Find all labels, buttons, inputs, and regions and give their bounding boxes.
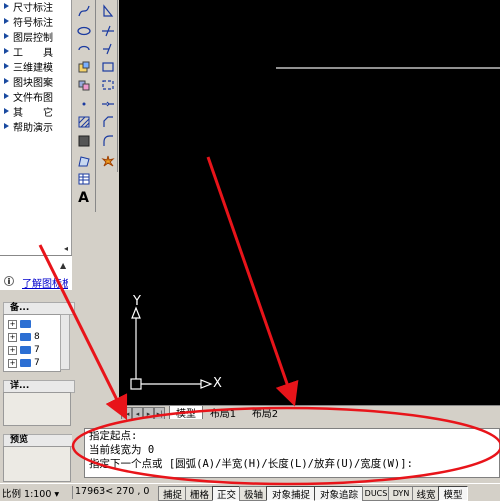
- rectangle-tool-icon[interactable]: [99, 58, 116, 75]
- drawing-area[interactable]: Y X: [119, 0, 500, 405]
- menu-item-other[interactable]: 其 它: [4, 104, 53, 119]
- make-block-tool-icon[interactable]: [75, 76, 92, 93]
- tree-row[interactable]: +8: [8, 331, 40, 343]
- ucs-y-label: Y: [133, 294, 141, 309]
- modify-toolbar: [96, 0, 118, 172]
- tree-row[interactable]: +: [8, 318, 34, 330]
- dyn-toggle[interactable]: DYN: [388, 486, 414, 501]
- detail-box: [3, 392, 71, 426]
- menu-item-layer[interactable]: 图层控制: [4, 29, 53, 44]
- command-history[interactable]: 指定起点: 当前线宽为 0 指定下一个点或 [圆弧(A)/半宽(H)/长度(L)…: [84, 428, 500, 478]
- chamfer-tool-icon[interactable]: [99, 113, 116, 130]
- menu-item-file-layout[interactable]: 文件布图: [4, 89, 53, 104]
- folder-icon: [20, 320, 31, 328]
- tab-layout1[interactable]: 布局1: [203, 406, 243, 420]
- command-prompt: 指定下一个点或 [圆弧(A)/半宽(H)/长度(L)/放弃(U)/宽度(W)]:: [89, 458, 413, 470]
- preview-panel: 预览: [0, 432, 75, 482]
- preview-box: [3, 446, 71, 482]
- detail-panel: 详...: [0, 378, 75, 426]
- break-tool-icon[interactable]: [99, 76, 116, 93]
- tree-row[interactable]: +7: [8, 357, 40, 369]
- expand-icon[interactable]: +: [8, 358, 17, 368]
- draw-toolbar: A: [72, 0, 96, 212]
- gradient-tool-icon[interactable]: [75, 132, 92, 149]
- tree-view: + +8 +7 +7: [3, 314, 61, 372]
- ortho-toggle[interactable]: 正交: [212, 486, 241, 501]
- menu-item-3d[interactable]: 三维建模: [4, 59, 53, 74]
- info-icon: i: [4, 276, 14, 286]
- expand-icon[interactable]: +: [8, 319, 17, 329]
- expand-icon[interactable]: +: [8, 332, 17, 342]
- menu-item-tools[interactable]: 工 具: [4, 44, 53, 59]
- tree-scrollbar[interactable]: [60, 314, 70, 370]
- multiline-text-icon[interactable]: A: [75, 189, 92, 206]
- fillet-tool-icon[interactable]: [99, 132, 116, 149]
- triangle-icon: [4, 48, 9, 54]
- lineweight-toggle[interactable]: 线宽: [412, 486, 440, 501]
- resource-panel: 备... + +8 +7 +7: [0, 300, 75, 372]
- ellipse-arc-tool-icon[interactable]: [75, 40, 92, 57]
- join-tool-icon[interactable]: [99, 95, 116, 112]
- info-panel: i 了解图标板 ▲: [0, 255, 72, 290]
- table-tool-icon[interactable]: [75, 170, 92, 187]
- command-line-1: 指定起点:: [89, 430, 138, 442]
- triangle-icon: [4, 33, 9, 39]
- stretch-tool-icon[interactable]: [99, 2, 116, 19]
- triangle-icon: [4, 123, 9, 129]
- osnap-toggle[interactable]: 对象捕捉: [266, 486, 316, 501]
- folder-icon: [20, 333, 31, 341]
- grid-toggle[interactable]: 栅格: [185, 486, 214, 501]
- menu-item-symbol[interactable]: 符号标注: [4, 14, 53, 29]
- drawing-svg: [130, 67, 500, 390]
- menu-item-dimension[interactable]: 尺寸标注: [4, 0, 53, 14]
- hatch-tool-icon[interactable]: [75, 113, 92, 130]
- folder-icon: [20, 359, 31, 367]
- menu-item-block[interactable]: 图块图案: [4, 74, 53, 89]
- insert-block-tool-icon[interactable]: [75, 58, 92, 75]
- triangle-icon: [4, 108, 9, 114]
- command-line-2: 当前线宽为 0: [89, 444, 155, 456]
- triangle-icon: [4, 93, 9, 99]
- triangle-icon: [4, 78, 9, 84]
- collapse-icon[interactable]: ◂: [64, 244, 71, 254]
- tree-row[interactable]: +7: [8, 344, 40, 356]
- layout-tabs: |◂ ◂ ▸ ▸| 模型 布局1 布局2: [119, 405, 500, 420]
- folder-icon: [20, 346, 31, 354]
- left-menu: 尺寸标注 符号标注 图层控制 工 具 三维建模 图块图案 文件布图 其 它 帮助…: [0, 0, 72, 255]
- otrack-toggle[interactable]: 对象追踪: [314, 486, 364, 501]
- region-tool-icon[interactable]: [75, 152, 92, 169]
- ucs-icon: [130, 306, 213, 390]
- ucs-x-label: X: [213, 376, 222, 391]
- expand-icon[interactable]: +: [8, 345, 17, 355]
- triangle-icon: [4, 18, 9, 24]
- model-toggle[interactable]: 模型: [438, 486, 468, 501]
- status-bar: 比例 1:100 ▾ 17963< 270 , 0 捕捉 栅格 正交 极轴 对象…: [0, 483, 500, 501]
- learn-icons-link[interactable]: 了解图标板: [22, 275, 68, 290]
- extend-tool-icon[interactable]: [99, 40, 116, 57]
- ellipse-tool-icon[interactable]: [75, 22, 92, 39]
- point-tool-icon[interactable]: [75, 95, 92, 112]
- tab-layout2[interactable]: 布局2: [243, 406, 287, 420]
- trim-tool-icon[interactable]: [99, 22, 116, 39]
- triangle-icon: [4, 63, 9, 69]
- ducs-toggle[interactable]: DUCS: [362, 486, 390, 501]
- scroll-up-icon[interactable]: ▲: [60, 261, 66, 270]
- scale-dropdown[interactable]: 比例 1:100 ▾: [2, 486, 59, 500]
- spline-tool-icon[interactable]: [75, 2, 92, 19]
- tab-model[interactable]: 模型: [169, 406, 203, 420]
- triangle-icon: [4, 3, 9, 9]
- menu-item-help[interactable]: 帮助演示: [4, 119, 53, 134]
- coordinate-readout: 17963< 270 , 0: [72, 486, 158, 499]
- explode-tool-icon[interactable]: [99, 152, 116, 169]
- snap-toggle[interactable]: 捕捉: [158, 486, 187, 501]
- polar-toggle[interactable]: 极轴: [239, 486, 268, 501]
